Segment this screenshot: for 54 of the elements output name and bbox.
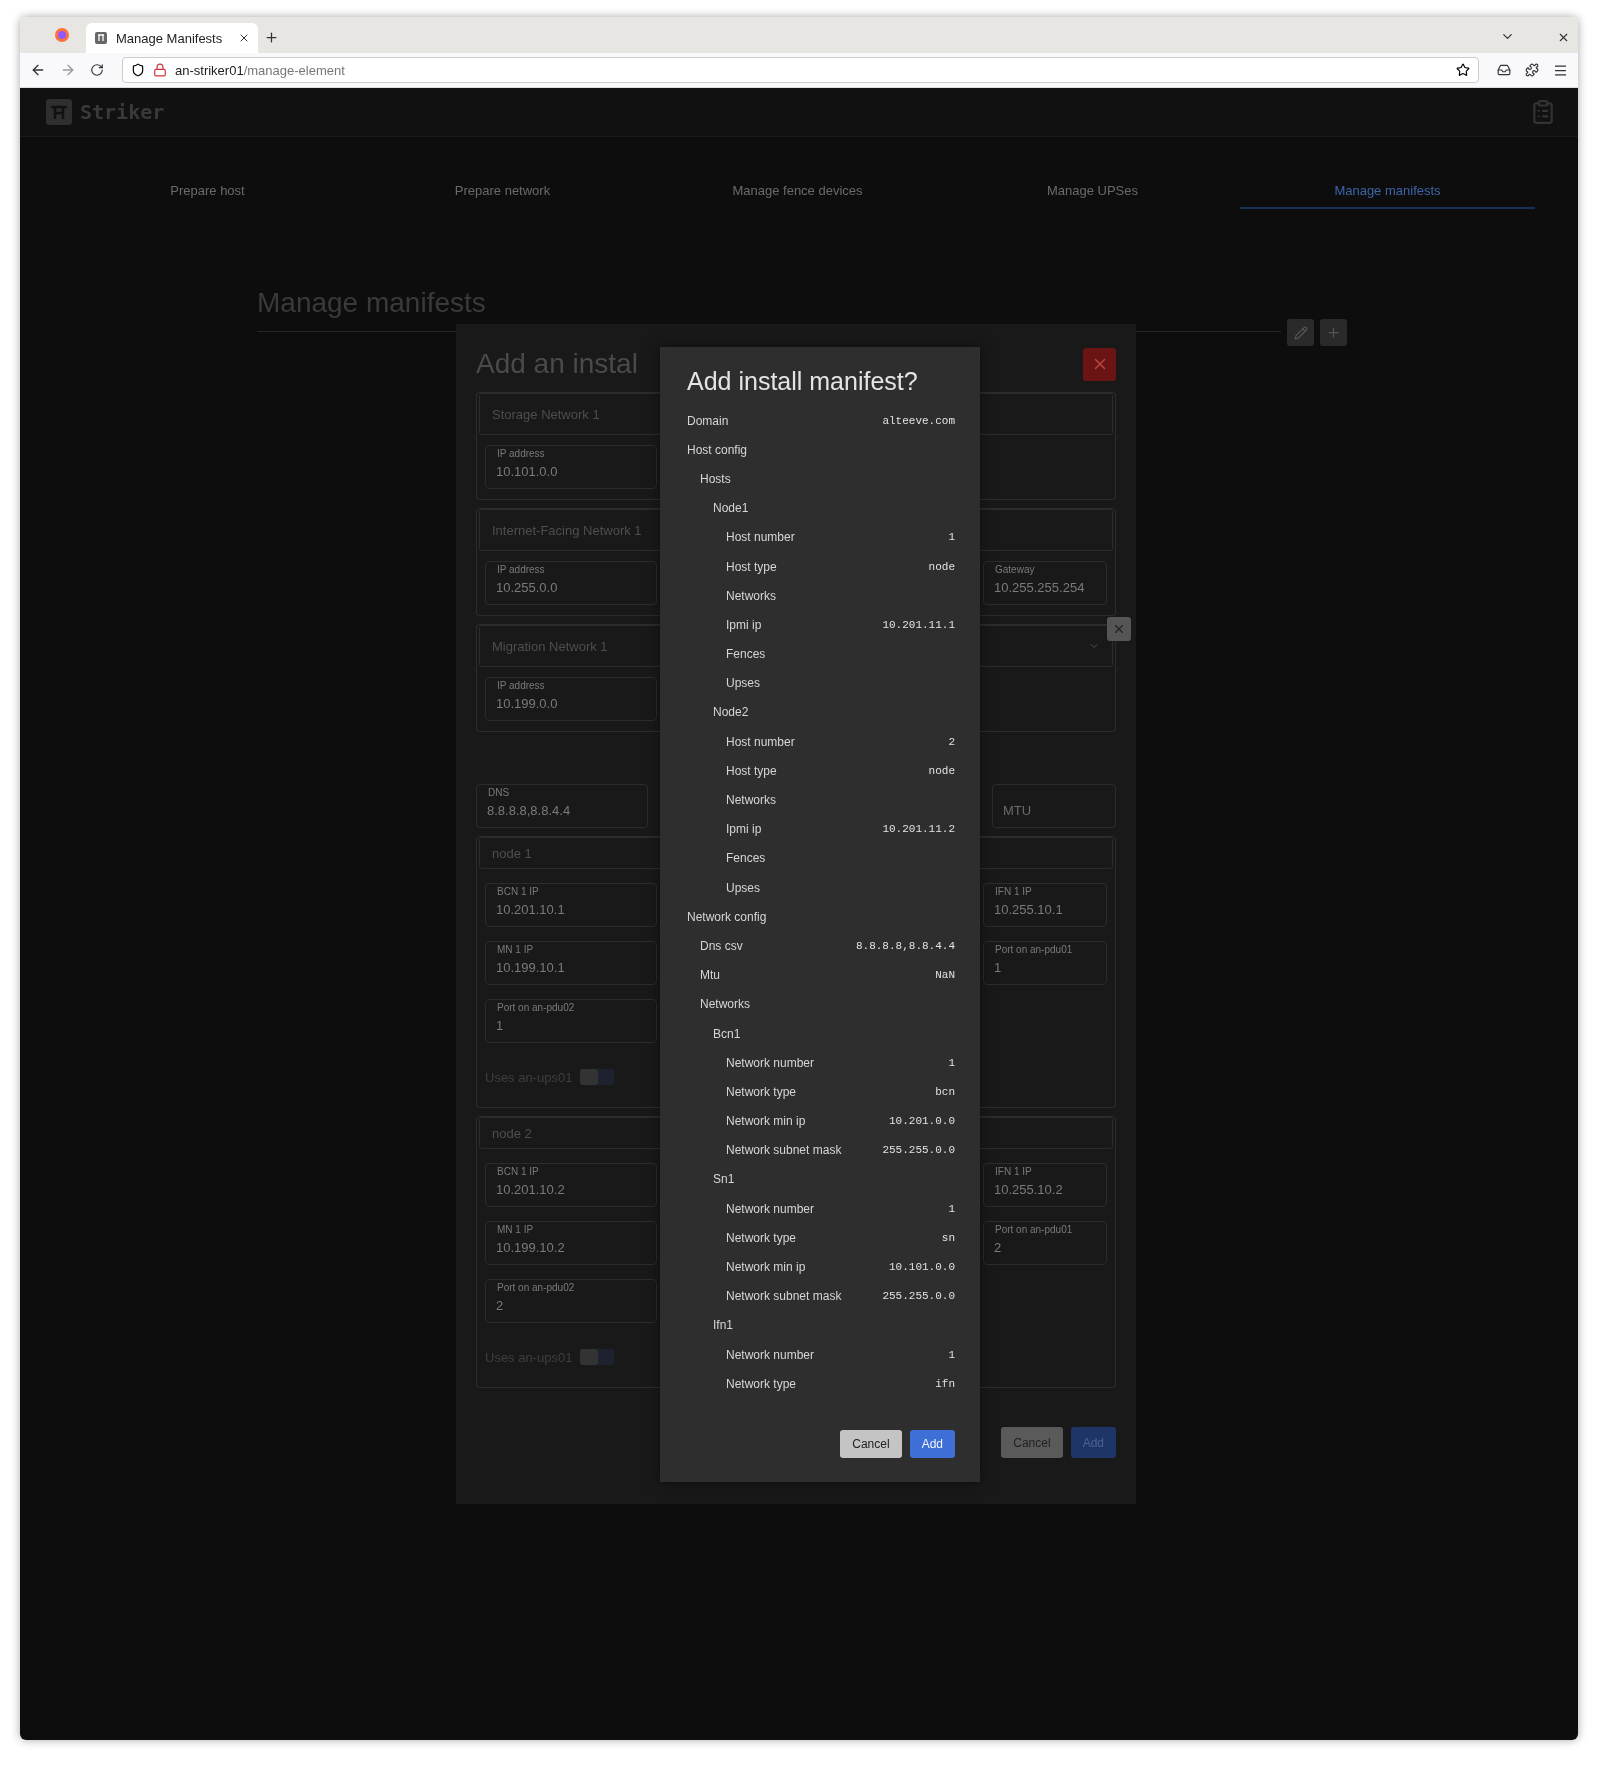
entry-label: Networks [726,588,777,603]
entry-value: 10.101.0.0 [889,1261,955,1274]
entry-value: node [928,764,955,777]
entry-value: 1 [948,1348,955,1361]
entry-value: NaN [935,969,955,982]
entry-label: Network min ip [726,1260,807,1275]
entry-value: 10.201.11.1 [882,618,955,631]
entry-value: 1 [948,1056,955,1069]
entry-value: sn [941,1231,955,1244]
entry-label: Mtu [700,968,721,983]
entry-label: Networks [700,997,751,1012]
entry-label: Upses [726,676,761,691]
entry-label: Sn1 [713,1172,736,1187]
entry-label: Network number [726,1347,816,1362]
entry-value: 10.201.0.0 [889,1115,955,1128]
entry-label: Network type [726,1084,798,1099]
entry-label: Host number [726,530,796,545]
entry-value: 10.201.11.2 [882,823,955,836]
entry-label: Node1 [713,501,750,516]
entry-label: Networks [726,793,777,808]
entry-label: Hosts [700,471,732,486]
entry-label: Network config [687,909,768,924]
entry-label: Domain [687,413,730,428]
entry-value: 8.8.8.8,8.8.4.4 [855,939,955,952]
entry-label: Dns csv [700,938,744,953]
entry-label: Upses [726,880,761,895]
entry-label: Network number [726,1201,816,1216]
entry-value: 255.255.0.0 [882,1144,955,1157]
entry-label: Ipmi ip [726,617,763,632]
entry-label: Node2 [713,705,750,720]
entry-label: Host type [726,763,778,778]
entry-value: bcn [935,1085,955,1098]
entry-label: Network subnet mask [726,1143,843,1158]
entry-value: 1 [948,531,955,544]
entry-value: 2 [948,735,955,748]
entry-value: ifn [935,1377,955,1390]
entry-label: Network type [726,1376,798,1391]
entry-label: Host type [726,559,778,574]
entry-label: Fences [726,647,767,662]
entry-value: 1 [948,1202,955,1215]
entry-label: Ifn1 [713,1318,734,1333]
entry-value: node [928,560,955,573]
entry-label: Host number [726,734,796,749]
entry-label: Network type [726,1230,798,1245]
entry-label: Network number [726,1055,816,1070]
entry-label: Fences [726,851,767,866]
entry-value: 255.255.0.0 [882,1290,955,1303]
entry-label: Network min ip [726,1114,807,1129]
entry-label: Network subnet mask [726,1289,843,1304]
entry-label: Ipmi ip [726,822,763,837]
entry-label: Bcn1 [713,1026,742,1041]
entry-value: alteeve.com [882,414,955,427]
entry-label: Host config [687,442,749,457]
dialog-title: Add install manifest? [687,367,919,396]
